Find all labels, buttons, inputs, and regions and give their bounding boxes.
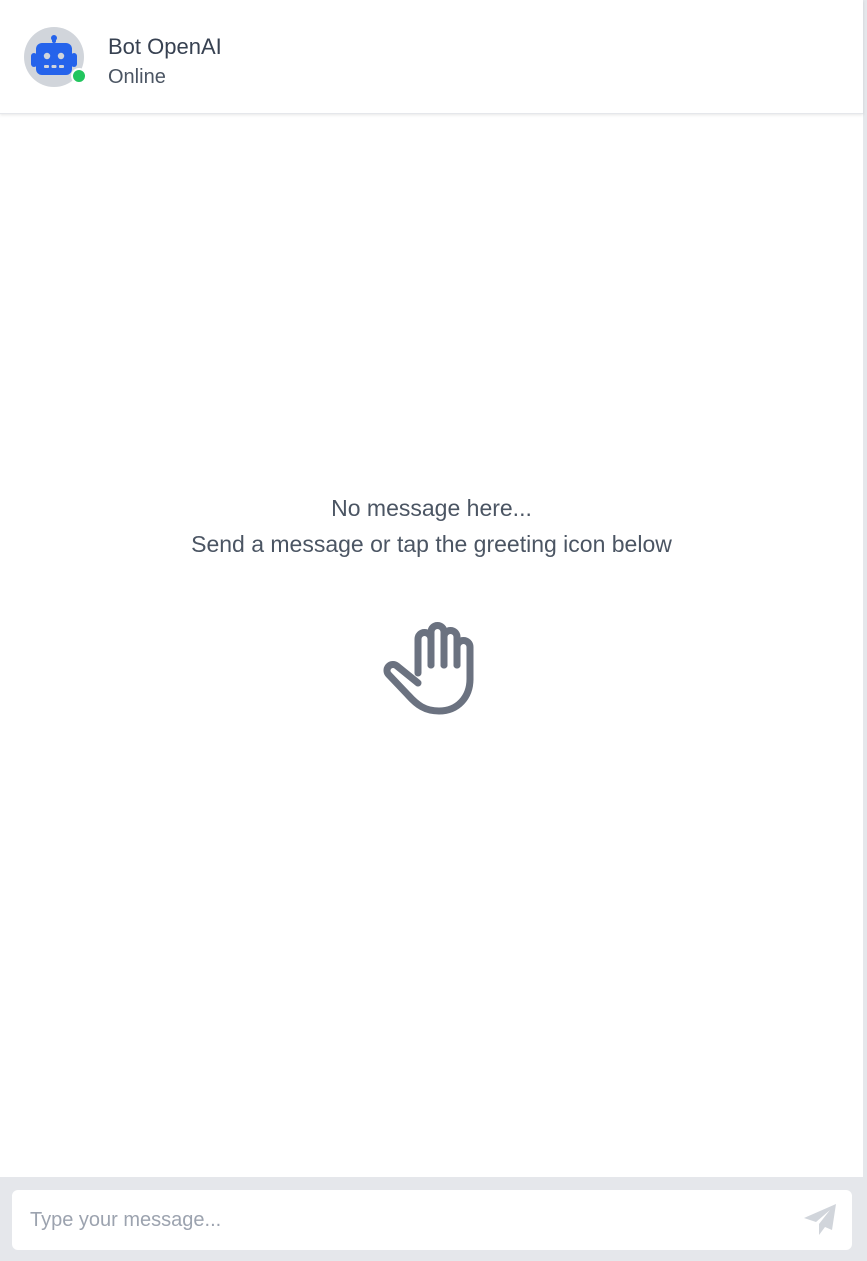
message-composer [0,1177,863,1261]
greeting-button[interactable] [381,617,481,717]
empty-state-message: No message here... Send a message or tap… [0,490,863,562]
bot-status: Online [108,66,166,88]
chat-header: Bot OpenAI Online [0,0,863,114]
hand-wave-icon [383,622,474,715]
message-input-container [12,1190,852,1250]
paper-plane-icon [804,1204,836,1235]
empty-state-hint: Send a message or tap the greeting icon … [191,531,672,557]
chat-window: Bot OpenAI Online No message here... Sen… [0,0,867,1261]
bot-name: Bot OpenAI [108,34,222,59]
online-status-dot [71,68,87,84]
message-input[interactable] [12,1190,782,1250]
send-button[interactable] [802,1202,838,1238]
empty-state-title: No message here... [331,495,532,521]
